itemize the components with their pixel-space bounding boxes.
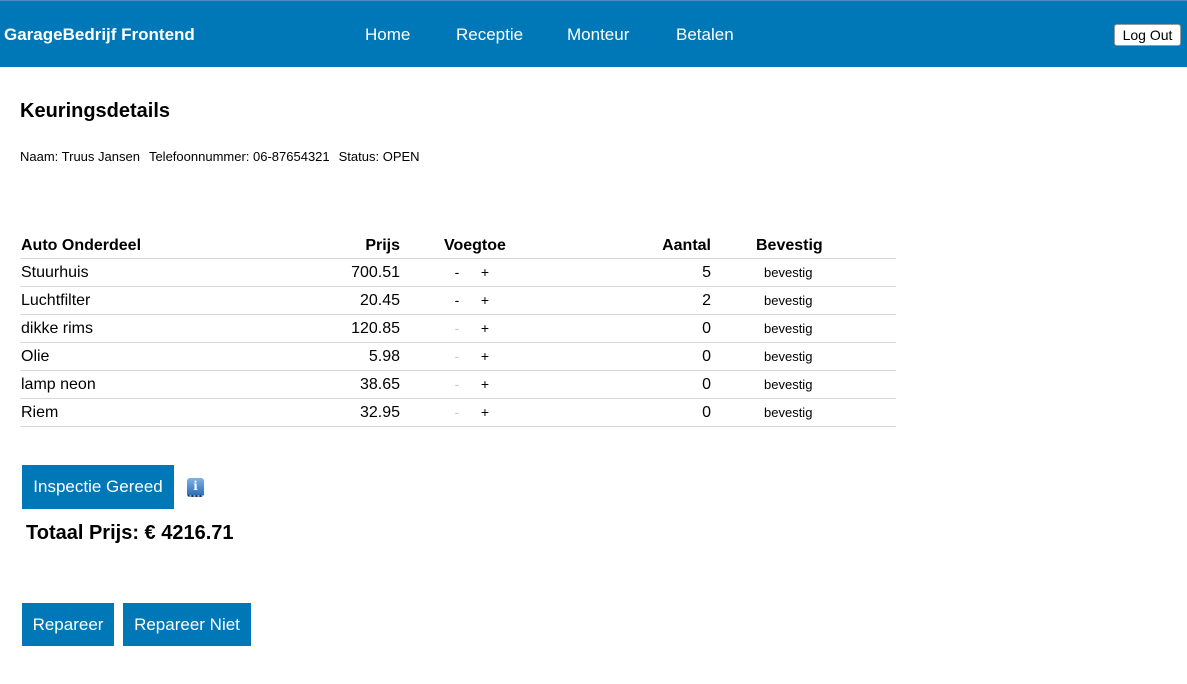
decrease-button[interactable]: - xyxy=(452,399,462,426)
part-quantity: 0 xyxy=(702,348,711,365)
part-name: lamp neon xyxy=(21,376,96,393)
table-row: lamp neon 38.65 - +0 bevestig xyxy=(20,371,896,399)
increase-button[interactable]: + xyxy=(480,371,490,398)
inspectie-gereed-button[interactable]: Inspectie Gereed xyxy=(22,465,174,509)
nav-link-home[interactable]: Home xyxy=(365,1,410,68)
part-price: 38.65 xyxy=(359,376,400,393)
header-prijs: Prijs xyxy=(365,237,400,254)
confirm-button[interactable]: bevestig xyxy=(764,399,812,426)
logout-button[interactable]: Log Out xyxy=(1114,24,1181,46)
part-name: Olie xyxy=(21,348,50,365)
decrease-button[interactable]: - xyxy=(452,259,462,286)
confirm-button[interactable]: bevestig xyxy=(764,287,812,314)
increase-button[interactable]: + xyxy=(480,399,490,426)
part-name: dikke rims xyxy=(21,320,94,337)
confirm-button[interactable]: bevestig xyxy=(764,371,812,398)
nav-link-betalen[interactable]: Betalen xyxy=(676,1,734,68)
part-price: 120.85 xyxy=(351,320,400,337)
header-bevestig: Bevestig xyxy=(756,237,823,254)
info-icon[interactable]: i xyxy=(187,478,204,497)
part-name: Stuurhuis xyxy=(21,264,89,281)
customer-name: Naam: Truus Jansen xyxy=(20,149,140,164)
part-quantity: 5 xyxy=(702,264,711,281)
increase-button[interactable]: + xyxy=(480,343,490,370)
table-row: Stuurhuis 700.51 - +5 bevestig xyxy=(20,259,896,287)
part-quantity: 2 xyxy=(702,292,711,309)
part-price: 32.95 xyxy=(359,404,400,421)
table-header: Auto Onderdeel Prijs Voegtoe Aantal Beve… xyxy=(20,232,896,259)
total-price: Totaal Prijs: € 4216.71 xyxy=(26,522,234,544)
decrease-button[interactable]: - xyxy=(452,371,462,398)
part-name: Luchtfilter xyxy=(21,292,91,309)
repareer-niet-button[interactable]: Repareer Niet xyxy=(123,603,251,646)
top-navbar: GarageBedrijf Frontend Home Receptie Mon… xyxy=(0,0,1187,67)
part-quantity: 0 xyxy=(702,320,711,337)
increase-button[interactable]: + xyxy=(480,315,490,342)
parts-table: Auto Onderdeel Prijs Voegtoe Aantal Beve… xyxy=(20,232,896,427)
increase-button[interactable]: + xyxy=(480,259,490,286)
customer-phone: Telefoonnummer: 06-87654321 xyxy=(148,149,330,164)
part-price: 20.45 xyxy=(359,292,400,309)
page-title: Keuringsdetails xyxy=(20,100,171,122)
table-row: Luchtfilter 20.45 - +2 bevestig xyxy=(20,287,896,315)
inspection-status: Status: OPEN xyxy=(338,149,420,164)
repareer-button[interactable]: Repareer xyxy=(22,603,114,646)
increase-button[interactable]: + xyxy=(480,287,490,314)
part-price: 5.98 xyxy=(368,348,400,365)
part-name: Riem xyxy=(21,404,59,421)
table-row: Riem 32.95 - +0 bevestig xyxy=(20,399,896,427)
decrease-button[interactable]: - xyxy=(452,315,462,342)
decrease-button[interactable]: - xyxy=(452,343,462,370)
confirm-button[interactable]: bevestig xyxy=(764,259,812,286)
decrease-button[interactable]: - xyxy=(452,287,462,314)
confirm-button[interactable]: bevestig xyxy=(764,315,812,342)
nav-link-receptie[interactable]: Receptie xyxy=(456,1,523,68)
confirm-button[interactable]: bevestig xyxy=(764,343,812,370)
table-row: dikke rims 120.85 - +0 bevestig xyxy=(20,315,896,343)
brand-title: GarageBedrijf Frontend xyxy=(4,25,195,44)
header-aantal: Aantal xyxy=(662,237,711,254)
part-quantity: 0 xyxy=(702,376,711,393)
part-quantity: 0 xyxy=(702,404,711,421)
nav-link-monteur[interactable]: Monteur xyxy=(567,1,629,68)
part-price: 700.51 xyxy=(351,264,400,281)
header-voegtoe: Voegtoe xyxy=(444,237,506,254)
table-row: Olie 5.98 - +0 bevestig xyxy=(20,343,896,371)
header-onderdeel: Auto Onderdeel xyxy=(21,237,142,254)
customer-info: Naam: Truus Jansen Telefoonnummer: 06-876… xyxy=(20,149,429,164)
